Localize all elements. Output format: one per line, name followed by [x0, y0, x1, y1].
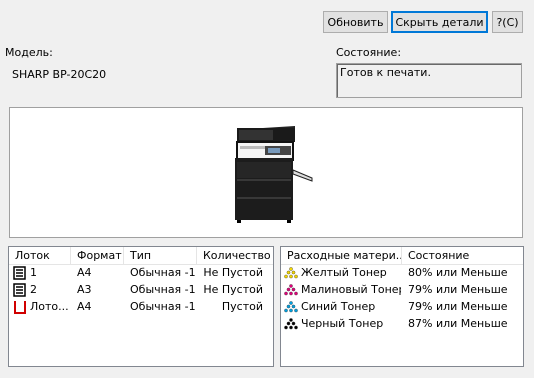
column-header-supply[interactable]: Расходные матери... — [281, 247, 402, 264]
help-button[interactable]: ?(C) — [492, 11, 523, 33]
tray-quantity: Пустой — [221, 300, 263, 313]
trays-list[interactable]: Лоток Формат Тип Количество 1 A4 Обычная… — [8, 246, 274, 367]
state-value: Готов к печати. — [340, 66, 431, 79]
refresh-button[interactable]: Обновить — [323, 11, 388, 33]
supplies-list-header: Расходные матери... Состояние — [281, 247, 523, 265]
supply-status: 87% или Меньше — [408, 317, 508, 330]
supplies-list[interactable]: Расходные матери... Состояние Желтый Тон… — [280, 246, 524, 367]
list-item[interactable]: Синий Тонер 79% или Меньше — [281, 298, 523, 315]
tray-type: Обычная -1 — [130, 266, 196, 279]
column-header-tray[interactable]: Лоток — [9, 247, 71, 264]
table-row[interactable]: Лото... A4 Обычная -1 Пустой — [9, 298, 273, 315]
bypass-tray-icon — [14, 301, 26, 314]
column-header-supply-status[interactable]: Состояние — [402, 247, 523, 264]
column-header-type[interactable]: Тип — [124, 247, 197, 264]
supply-name: Желтый Тонер — [301, 266, 387, 279]
trays-list-header: Лоток Формат Тип Количество — [9, 247, 273, 265]
list-item[interactable]: Малиновый Тонер 79% или Меньше — [281, 281, 523, 298]
model-label: Модель: — [5, 46, 53, 59]
tray-name: 2 — [30, 283, 37, 296]
black-toner-icon — [284, 318, 298, 330]
tray-quantity: Не Пустой — [203, 266, 263, 279]
supply-status: 79% или Меньше — [408, 300, 508, 313]
paper-tray-icon — [13, 266, 26, 280]
table-row[interactable]: 1 A4 Обычная -1 Не Пустой — [9, 264, 273, 281]
tray-quantity: Не Пустой — [203, 283, 263, 296]
hide-details-button[interactable]: Скрыть детали — [391, 11, 488, 33]
state-label: Состояние: — [336, 46, 402, 59]
tray-type: Обычная -1 — [130, 300, 196, 313]
supply-name: Малиновый Тонер — [301, 283, 401, 296]
column-header-quantity[interactable]: Количество — [197, 247, 273, 264]
model-value: SHARP BP-20C20 — [12, 68, 107, 81]
magenta-toner-icon — [284, 284, 298, 296]
yellow-toner-icon — [284, 267, 298, 279]
tray-type: Обычная -1 — [130, 283, 196, 296]
tray-format: A4 — [77, 266, 92, 279]
supply-name: Черный Тонер — [301, 317, 384, 330]
paper-tray-icon — [13, 283, 26, 297]
state-box: Готов к печати. — [336, 63, 522, 98]
column-header-format[interactable]: Формат — [71, 247, 124, 264]
tray-name: 1 — [30, 266, 37, 279]
tray-format: A3 — [77, 283, 92, 296]
cyan-toner-icon — [284, 301, 298, 313]
list-item[interactable]: Черный Тонер 87% или Меньше — [281, 315, 523, 332]
supply-status: 80% или Меньше — [408, 266, 508, 279]
printer-image-pane — [9, 107, 523, 238]
supply-status: 79% или Меньше — [408, 283, 508, 296]
table-row[interactable]: 2 A3 Обычная -1 Не Пустой — [9, 281, 273, 298]
list-item[interactable]: Желтый Тонер 80% или Меньше — [281, 264, 523, 281]
tray-format: A4 — [77, 300, 92, 313]
tray-name: Лото... — [30, 300, 69, 313]
supply-name: Синий Тонер — [301, 300, 376, 313]
printer-illustration-icon — [235, 126, 313, 223]
